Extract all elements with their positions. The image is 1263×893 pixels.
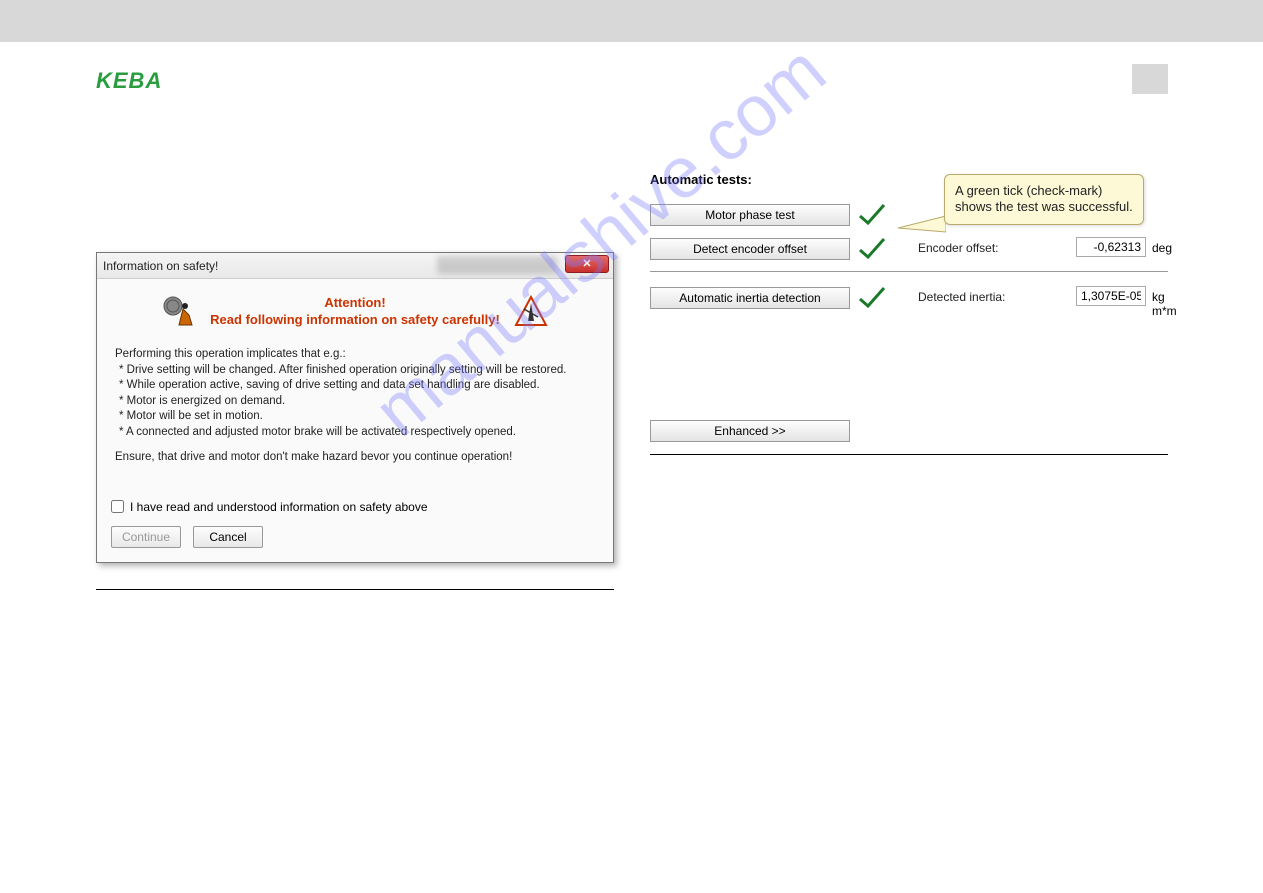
dialog-button-row: Continue Cancel bbox=[111, 526, 599, 548]
triangle-warning-icon bbox=[514, 295, 548, 329]
right-panel-divider-1 bbox=[650, 271, 1168, 272]
bullet-3: * Motor is energized on demand. bbox=[119, 394, 595, 410]
checkmark-icon bbox=[858, 203, 886, 227]
detect-encoder-row: Detect encoder offset Encoder offset: de… bbox=[650, 237, 1168, 261]
detect-encoder-offset-button[interactable]: Detect encoder offset bbox=[650, 238, 850, 260]
close-icon: ✕ bbox=[582, 258, 591, 270]
enhanced-button[interactable]: Enhanced >> bbox=[650, 420, 850, 442]
enhanced-row: Enhanced >> bbox=[650, 420, 1168, 442]
attention-text: Attention! Read following information on… bbox=[210, 295, 500, 329]
detected-inertia-unit: kg m*m bbox=[1152, 290, 1177, 318]
encoder-offset-unit: deg bbox=[1152, 241, 1172, 255]
close-button[interactable]: ✕ bbox=[565, 255, 609, 273]
left-bottom-rule bbox=[96, 589, 614, 590]
callout-tail bbox=[896, 214, 946, 234]
bullet-5: * A connected and adjusted motor brake w… bbox=[119, 425, 595, 441]
dialog-body: Attention! Read following information on… bbox=[97, 279, 613, 562]
safety-dialog-section: Information on safety! ✕ Attention! Read… bbox=[96, 252, 614, 590]
checkmark-icon bbox=[858, 237, 886, 261]
callout-bubble: A green tick (check-mark) shows the test… bbox=[944, 174, 1144, 225]
consent-row[interactable]: I have read and understood information o… bbox=[111, 500, 599, 514]
right-bottom-rule bbox=[650, 454, 1168, 455]
info-intro: Performing this operation implicates tha… bbox=[115, 348, 346, 360]
detected-inertia-label: Detected inertia: bbox=[918, 290, 1005, 304]
consent-label: I have read and understood information o… bbox=[130, 500, 428, 514]
logo: KEBA bbox=[96, 68, 162, 94]
worker-warning-icon bbox=[162, 295, 196, 329]
logo-text: KEBA bbox=[96, 68, 162, 93]
safety-dialog: Information on safety! ✕ Attention! Read… bbox=[96, 252, 614, 563]
encoder-offset-label: Encoder offset: bbox=[918, 241, 999, 255]
top-bar bbox=[0, 0, 1263, 42]
bullet-2: * While operation active, saving of driv… bbox=[119, 378, 595, 394]
ensure-text: Ensure, that drive and motor don't make … bbox=[115, 451, 512, 463]
cancel-button[interactable]: Cancel bbox=[193, 526, 263, 548]
bullet-4: * Motor will be set in motion. bbox=[119, 409, 595, 425]
dialog-title: Information on safety! bbox=[103, 259, 218, 273]
attention-row: Attention! Read following information on… bbox=[111, 295, 599, 329]
automatic-inertia-detection-button[interactable]: Automatic inertia detection bbox=[650, 287, 850, 309]
detected-inertia-value[interactable] bbox=[1076, 286, 1146, 306]
dialog-titlebar: Information on safety! ✕ bbox=[97, 253, 613, 279]
checkmark-icon bbox=[858, 286, 886, 310]
attention-line1: Attention! bbox=[210, 295, 500, 312]
consent-checkbox[interactable] bbox=[111, 500, 124, 513]
page-number-box bbox=[1132, 64, 1168, 94]
callout-text: A green tick (check-mark) shows the test… bbox=[955, 183, 1133, 214]
encoder-offset-value[interactable] bbox=[1076, 237, 1146, 257]
inertia-row: Automatic inertia detection Detected ine… bbox=[650, 286, 1168, 310]
attention-line2: Read following information on safety car… bbox=[210, 312, 500, 329]
titlebar-blur bbox=[437, 256, 557, 274]
bullet-1: * Drive setting will be changed. After f… bbox=[119, 363, 595, 379]
motor-phase-test-button[interactable]: Motor phase test bbox=[650, 204, 850, 226]
safety-info-text: Performing this operation implicates tha… bbox=[115, 347, 595, 466]
continue-button[interactable]: Continue bbox=[111, 526, 181, 548]
